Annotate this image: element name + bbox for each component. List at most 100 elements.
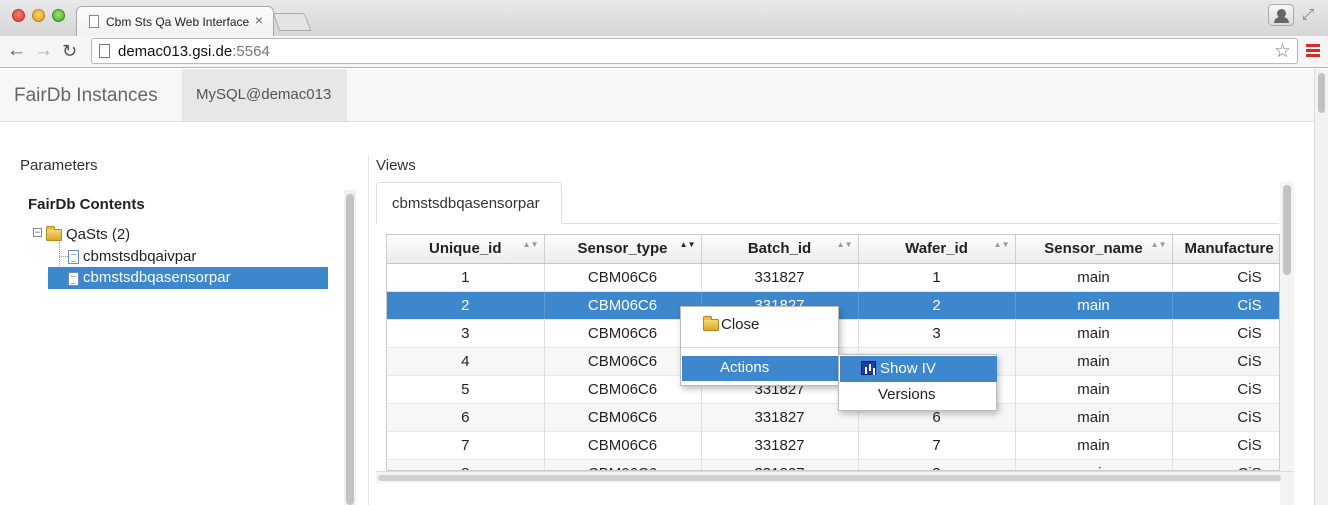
table-cell: main (1015, 375, 1173, 404)
menu-item-actions-label: Actions (720, 359, 770, 376)
table-cell: CiS (1172, 375, 1279, 404)
fullscreen-icon[interactable]: ⤢ (1302, 6, 1314, 23)
instance-tab-label: MySQL@demac013 (196, 86, 332, 103)
sort-icon[interactable]: ▲▼ (523, 241, 539, 249)
sort-icon[interactable]: ▲▼ (994, 241, 1010, 249)
tree-folder-qasts[interactable]: QaSts (2) (66, 226, 130, 243)
table-cell: CiS (1172, 459, 1279, 470)
tree-item-cbmstsdbqaivpar[interactable]: cbmstsdbqaivpar (83, 248, 196, 265)
table-row[interactable]: 1 CBM06C6 331827 1 main CiS (387, 263, 1279, 292)
table-cell: CBM06C6 (544, 319, 702, 348)
table-cell: 331827 (701, 459, 859, 470)
sort-icon[interactable]: ▲▼ (837, 241, 853, 249)
instance-tab[interactable]: MySQL@demac013 (182, 69, 347, 121)
menu-item-close[interactable]: Close (721, 316, 759, 333)
browser-tab[interactable]: Cbm Sts Qa Web Interface × (76, 6, 274, 36)
folder-open-icon (46, 226, 62, 241)
tab-title: Cbm Sts Qa Web Interface (106, 15, 250, 29)
table-row[interactable]: 7 CBM06C6 331827 7 main CiS (387, 431, 1279, 460)
tree-item-cbmstsdbqasensorpar[interactable]: cbmstsdbqasensorpar (83, 269, 231, 286)
tab-close-icon[interactable]: × (255, 13, 263, 27)
table-cell: 331827 (701, 263, 859, 292)
table-row[interactable]: 6 CBM06C6 331827 6 main CiS (387, 403, 1279, 432)
column-header[interactable]: Wafer_id ▲▼ (858, 235, 1016, 264)
column-header-label: Manufacture (1184, 240, 1274, 258)
table-cell: 3 (858, 319, 1016, 348)
column-header[interactable]: Unique_id ▲▼ (387, 235, 545, 264)
view-tab-label: cbmstsdbqasensorpar (392, 195, 540, 212)
chart-icon (861, 361, 876, 375)
table-cell: main (1015, 347, 1173, 376)
table-cell: 1 (387, 263, 545, 292)
table-cell: 331827 (701, 431, 859, 460)
table-cell: 7 (858, 431, 1016, 460)
menu-item-versions[interactable]: Versions (878, 386, 936, 403)
table-row[interactable]: 8CBM06C63318278mainCiS (387, 459, 1279, 470)
views-scrollbar[interactable] (1280, 182, 1294, 505)
table-cell: 2 (387, 291, 545, 320)
menu-item-actions[interactable]: Actions (682, 356, 839, 381)
table-cell: main (1015, 403, 1173, 432)
url-host: demac013.gsi.de (118, 43, 233, 60)
folder-icon (703, 316, 719, 331)
table-cell: 8 (858, 459, 1016, 470)
forward-arrow-icon[interactable]: → (34, 39, 53, 63)
bookmark-star-icon[interactable]: ☆ (1274, 40, 1291, 63)
column-header[interactable]: Batch_id ▲▼ (701, 235, 859, 264)
page-icon (99, 44, 110, 58)
menu-item-show-iv[interactable]: Show IV (840, 356, 997, 382)
table-cell: CiS (1172, 291, 1279, 320)
zoom-window-button[interactable] (52, 9, 65, 22)
table-cell: CiS (1172, 319, 1279, 348)
column-header-label: Sensor_type (577, 240, 668, 258)
table-cell: 5 (387, 375, 545, 404)
tree-collapse-icon[interactable]: − (33, 228, 42, 237)
column-header[interactable]: Manufacture (1172, 235, 1279, 264)
table-cell: CBM06C6 (544, 459, 702, 470)
url-text[interactable]: demac013.gsi.de:5564 (118, 43, 270, 60)
reload-icon[interactable]: ↻ (62, 39, 77, 63)
table-cell: 2 (858, 291, 1016, 320)
table-cell: CBM06C6 (544, 263, 702, 292)
table-cell: CiS (1172, 347, 1279, 376)
new-tab-button[interactable] (272, 13, 312, 31)
url-port: :5564 (232, 43, 270, 60)
table-cell: 6 (387, 403, 545, 432)
grid-header-row: Unique_id ▲▼ Sensor_type ▲▼ Batch_id ▲▼ Waf… (387, 235, 1279, 264)
panel-divider (368, 155, 369, 505)
table-cell: CiS (1172, 403, 1279, 432)
browser-window: Cbm Sts Qa Web Interface × ⤢ ← → ↻ demac… (0, 0, 1328, 505)
page-scrollbar[interactable] (1314, 69, 1328, 505)
table-cell: main (1015, 319, 1173, 348)
tree-scrollbar[interactable] (344, 190, 356, 505)
column-header[interactable]: Sensor_type ▲▼ (544, 235, 702, 264)
address-bar[interactable]: demac013.gsi.de:5564 ☆ (91, 38, 1298, 64)
column-header[interactable]: Sensor_name ▲▼ (1015, 235, 1173, 264)
back-arrow-icon[interactable]: ← (7, 39, 26, 63)
grid-horizontal-scrollbar[interactable] (376, 471, 1294, 483)
close-window-button[interactable] (12, 9, 25, 22)
app-navbar: FairDb Instances MySQL@demac013 (0, 69, 1314, 122)
table-cell: CiS (1172, 263, 1279, 292)
tree-title: FairDb Contents (28, 196, 145, 213)
table-cell: main (1015, 263, 1173, 292)
brand-title[interactable]: FairDb Instances (14, 85, 158, 107)
table-cell: CiS (1172, 431, 1279, 460)
browser-titlebar: Cbm Sts Qa Web Interface × ⤢ (0, 0, 1328, 36)
tree-connector (59, 256, 68, 257)
table-cell: main (1015, 459, 1173, 470)
document-icon (68, 272, 79, 286)
table-cell: 331827 (701, 403, 859, 432)
table-cell: main (1015, 431, 1173, 460)
menu-separator (681, 347, 838, 348)
browser-menu-icon[interactable] (1306, 44, 1320, 58)
document-icon (68, 250, 79, 264)
profile-icon[interactable] (1268, 4, 1294, 26)
sort-icon[interactable]: ▲▼ (1151, 241, 1167, 249)
tab-cbmstsdbqasensorpar[interactable]: cbmstsdbqasensorpar (376, 182, 562, 224)
table-cell: 7 (387, 431, 545, 460)
minimize-window-button[interactable] (32, 9, 45, 22)
sort-icon[interactable]: ▲▼ (680, 241, 696, 249)
column-header-label: Sensor_name (1044, 240, 1143, 258)
table-cell: CBM06C6 (544, 403, 702, 432)
